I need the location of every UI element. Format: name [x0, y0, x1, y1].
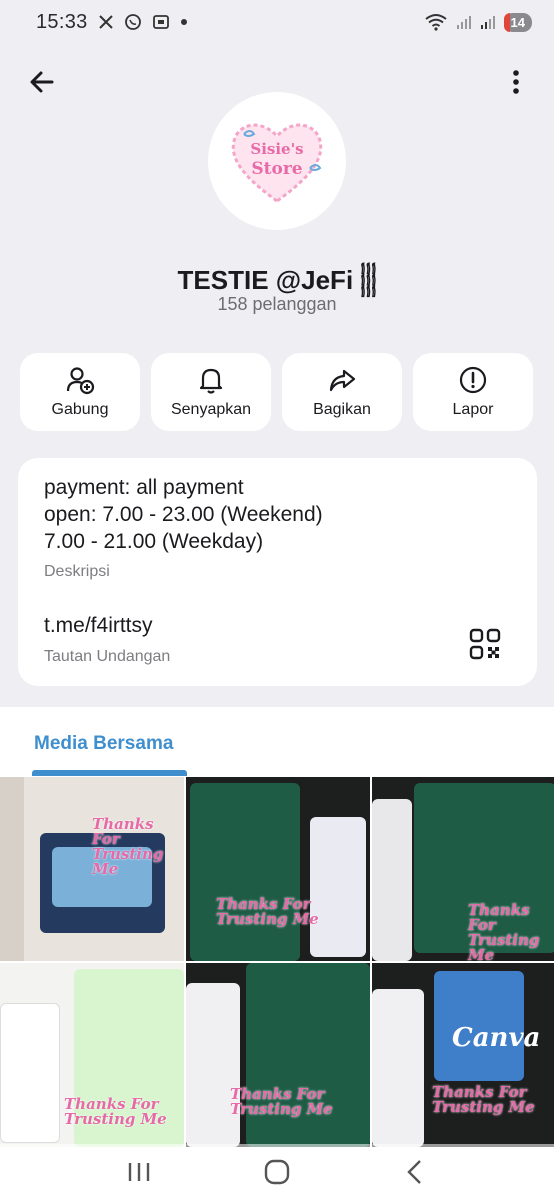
media-thumbnail[interactable]: Thanks For Trusting Me	[186, 777, 370, 961]
description-line: 7.00 - 21.00 (Weekday)	[44, 530, 264, 553]
report-button[interactable]: Lapor	[413, 353, 533, 431]
chevron-left-icon	[407, 1160, 421, 1184]
invite-link-caption: Tautan Undangan	[44, 648, 171, 665]
chat-screenshot	[372, 989, 424, 1147]
chat-strip	[0, 777, 24, 961]
signal-1-icon	[456, 14, 472, 30]
media-thumbnail[interactable]: Canva Thanks For Trusting Me	[372, 963, 554, 1147]
thanks-line2: Trusting Me	[92, 845, 164, 878]
system-nav-bar	[0, 1144, 554, 1200]
shared-media-section: Media Bersama Thanks For Trusting Me Tha…	[0, 707, 554, 1200]
wifi-icon	[424, 13, 448, 31]
gallery-icon	[152, 13, 170, 31]
subscriber-count: 158 pelanggan	[217, 294, 337, 314]
invite-link-row[interactable]: t.me/f4irttsy Tautan Undangan	[44, 614, 511, 666]
media-thumbnail[interactable]: Thanks For Trusting Me	[186, 963, 370, 1147]
thanks-line2: Trusting Me	[230, 1100, 333, 1118]
canva-logo: Canva	[452, 1023, 541, 1053]
chat-screenshot	[190, 783, 300, 961]
qr-code-button[interactable]	[469, 628, 501, 660]
mute-label: Senyapkan	[170, 401, 252, 418]
chat-screenshot	[246, 963, 370, 1147]
media-grid: Thanks For Trusting Me Thanks For Trusti…	[0, 777, 554, 1147]
more-options-button[interactable]	[498, 64, 534, 100]
add-user-icon	[66, 367, 95, 395]
thanks-line2: Trusting Me	[432, 1098, 535, 1116]
nav-back-button[interactable]	[393, 1150, 437, 1194]
arrow-left-icon	[30, 71, 54, 93]
status-time: 15:33	[36, 10, 88, 33]
thanks-text: Thanks For Trusting Me	[92, 817, 184, 877]
recent-apps-button[interactable]	[117, 1150, 161, 1194]
thanks-line2: Trusting Me	[64, 1110, 167, 1128]
bell-icon	[199, 368, 223, 394]
info-card: payment: all payment open: 7.00 - 23.00 …	[18, 458, 537, 686]
thanks-line2: Trusting Me	[216, 910, 319, 928]
share-button[interactable]: Bagikan	[282, 353, 402, 431]
back-button[interactable]	[24, 64, 60, 100]
signal-2-icon	[480, 14, 496, 30]
media-thumbnail[interactable]: Thanks For Trusting Me	[0, 777, 184, 961]
recent-apps-icon	[128, 1163, 150, 1181]
channel-name: TESTIE @JeFi 𓂵	[177, 265, 377, 295]
thanks-line1: Thanks For	[468, 901, 530, 934]
thanks-line2: Trusting Me	[468, 931, 540, 962]
x-app-icon	[98, 14, 114, 30]
invite-link[interactable]: t.me/f4irttsy	[44, 614, 511, 638]
logo-text-line1: Sisie's	[250, 140, 303, 158]
share-label: Bagikan	[313, 401, 371, 418]
channel-avatar[interactable]: Sisie's Store	[208, 92, 346, 230]
join-button[interactable]: Gabung	[20, 353, 140, 431]
description-caption: Deskripsi	[44, 563, 110, 580]
mute-button[interactable]: Senyapkan	[151, 353, 271, 431]
notification-dot-icon	[180, 18, 188, 26]
thanks-text: Thanks For Trusting Me	[216, 897, 319, 927]
chat-screenshot	[0, 1003, 60, 1143]
whatsapp-icon	[124, 13, 142, 31]
report-label: Lapor	[452, 401, 494, 418]
home-icon	[264, 1159, 290, 1185]
battery-indicator: 14	[503, 12, 532, 32]
share-icon	[329, 369, 356, 392]
qr-code-icon	[469, 628, 501, 660]
join-label: Gabung	[51, 401, 109, 418]
thanks-text: Thanks For Trusting Me	[432, 1085, 535, 1115]
report-icon	[459, 366, 487, 394]
chat-screenshot	[372, 799, 412, 961]
media-thumbnail[interactable]: Thanks For Trusting Me	[372, 777, 554, 961]
store-logo-icon: Sisie's Store	[231, 123, 323, 203]
home-button[interactable]	[255, 1150, 299, 1194]
more-vertical-icon	[513, 70, 519, 94]
chat-screenshot	[186, 983, 240, 1147]
thanks-text: Thanks For Trusting Me	[230, 1087, 333, 1117]
app-screenshot	[310, 817, 366, 957]
tab-shared-media[interactable]: Media Bersama	[34, 733, 173, 755]
description: payment: all payment open: 7.00 - 23.00 …	[44, 474, 511, 581]
thanks-text: Thanks For Trusting Me	[468, 901, 554, 962]
thanks-text: Thanks For Trusting Me	[64, 1097, 167, 1127]
description-line: payment: all payment	[44, 476, 244, 499]
thanks-line1: Thanks For	[92, 815, 154, 848]
status-bar: 15:33 14	[0, 0, 554, 44]
action-buttons: Gabung Senyapkan Bagikan Lapor	[20, 353, 534, 431]
logo-text-line2: Store	[251, 159, 302, 179]
description-line: open: 7.00 - 23.00 (Weekend)	[44, 503, 323, 526]
tab-indicator	[32, 770, 187, 776]
media-thumbnail[interactable]: Thanks For Trusting Me	[0, 963, 184, 1147]
